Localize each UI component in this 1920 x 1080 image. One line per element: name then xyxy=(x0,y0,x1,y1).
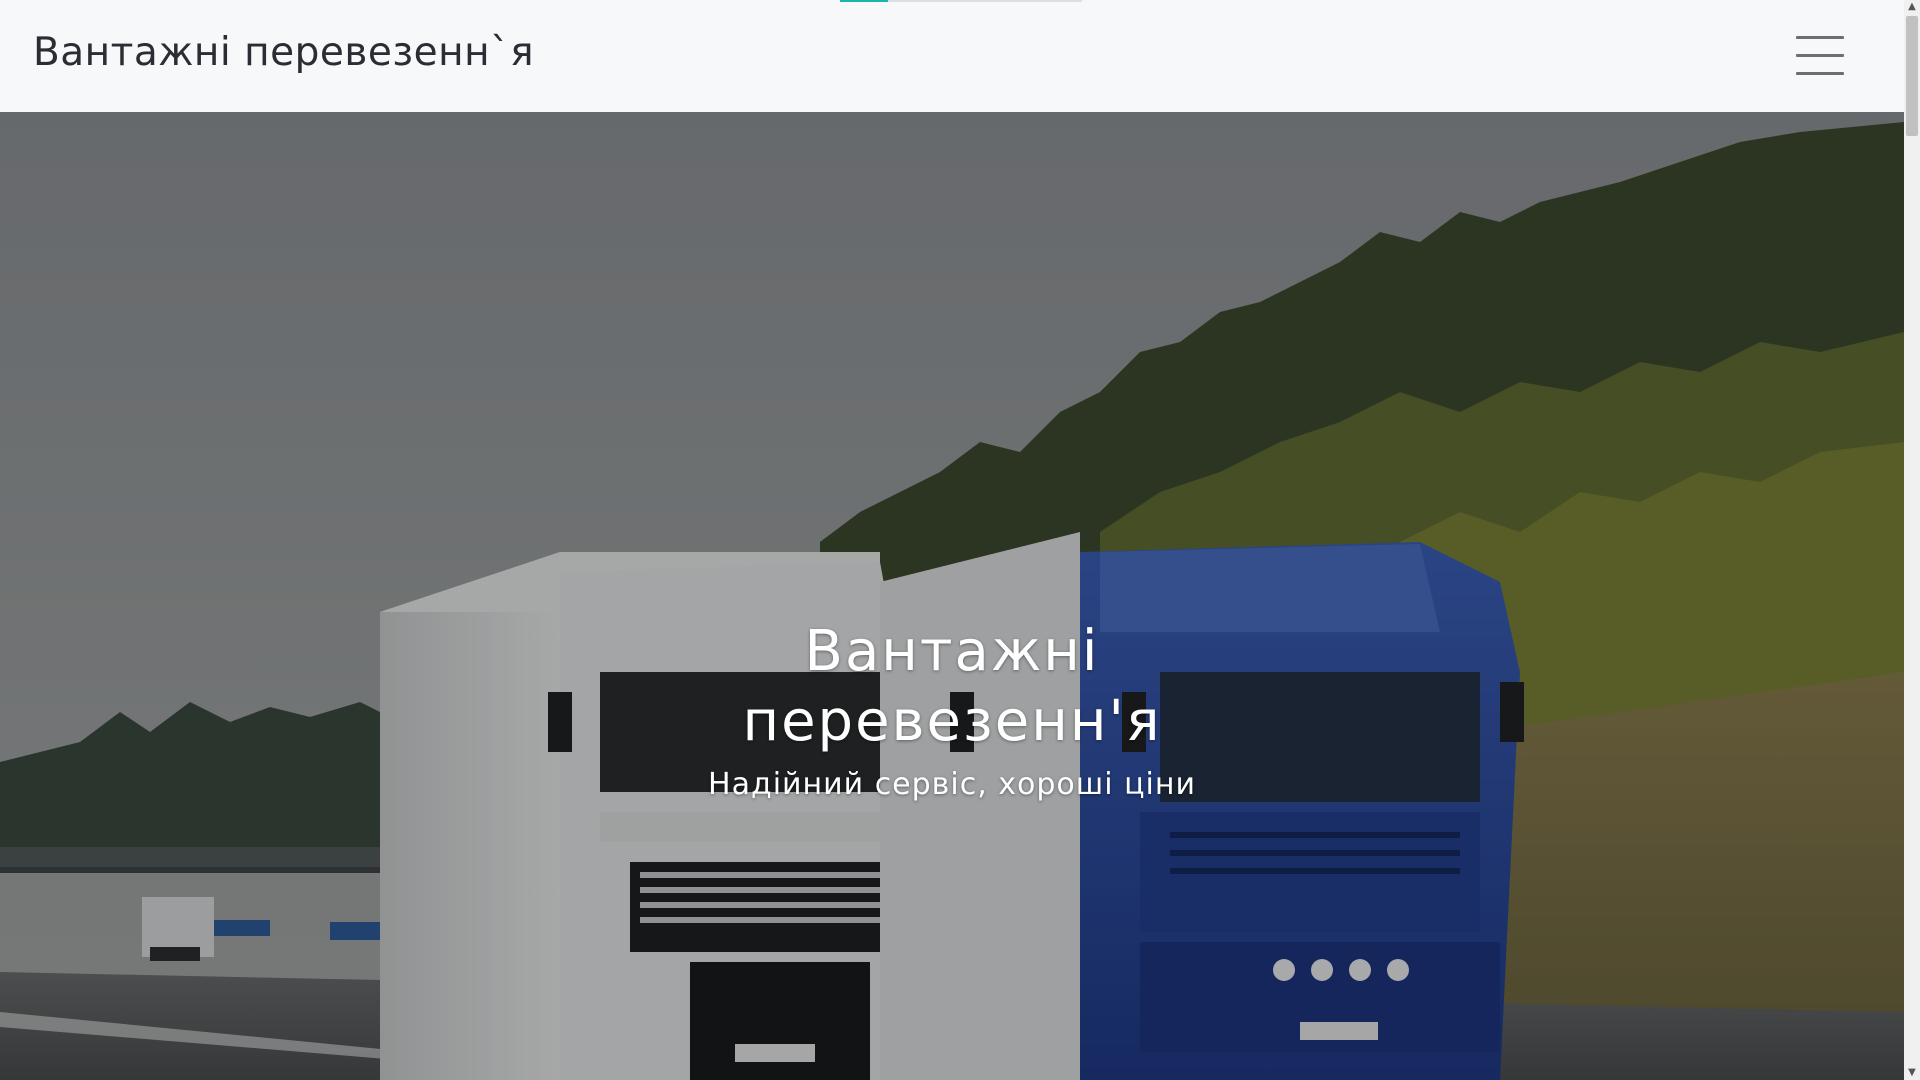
page-loading-bar-fill xyxy=(840,0,889,2)
scroll-up-arrow-icon[interactable]: ▲ xyxy=(1904,0,1920,14)
hero-title: Вантажні перевезенн'я xyxy=(742,619,1162,754)
hero-text-block: Вантажні перевезенн'я Надійний сервіс, х… xyxy=(0,617,1904,802)
page-loading-bar xyxy=(840,0,1082,2)
site-header: Вантажні перевезенн`я xyxy=(0,0,1904,112)
page: Вантажні перевезенн`я Вантажні перевезен… xyxy=(0,0,1920,1080)
hero-section: Вантажні перевезенн'я Надійний сервіс, х… xyxy=(0,112,1904,1080)
page-scrollbar[interactable]: ▲ ▼ xyxy=(1904,0,1920,1080)
menu-line xyxy=(1796,72,1844,75)
scrollbar-thumb[interactable] xyxy=(1906,16,1918,136)
hamburger-menu-icon[interactable] xyxy=(1796,36,1844,76)
menu-line xyxy=(1796,36,1844,39)
menu-line xyxy=(1796,54,1844,57)
hero-subtitle: Надійний сервіс, хороші ціни xyxy=(708,767,1196,802)
hero-dark-overlay xyxy=(0,112,1904,1080)
scroll-down-arrow-icon[interactable]: ▼ xyxy=(1904,1066,1920,1080)
site-brand[interactable]: Вантажні перевезенн`я xyxy=(33,30,534,75)
